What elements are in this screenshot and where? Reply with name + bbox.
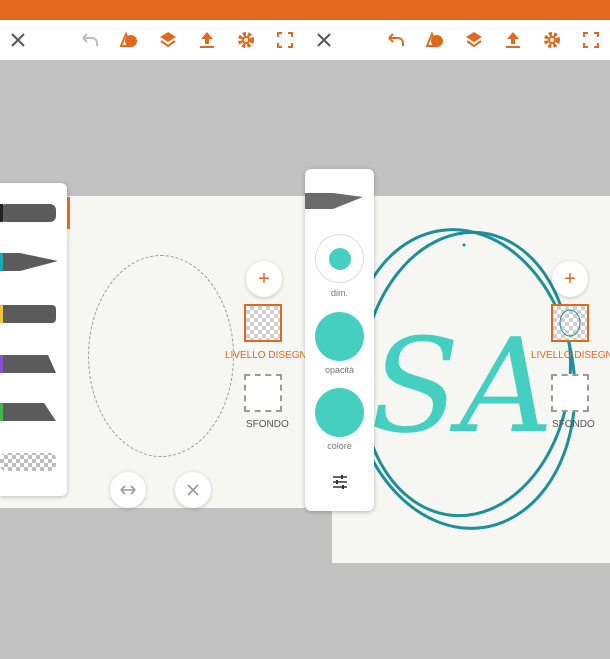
add-layer-glyph: +	[258, 268, 270, 290]
drawing-layer-thumb[interactable]	[244, 304, 282, 342]
sliders-icon[interactable]	[331, 473, 349, 491]
close-icon[interactable]	[312, 28, 336, 52]
undo-icon[interactable]	[384, 28, 408, 52]
opacity-control[interactable]	[315, 312, 364, 361]
share-icon[interactable]	[195, 28, 219, 52]
active-tool-indicator	[67, 197, 70, 229]
toolbar-left	[0, 20, 305, 60]
add-layer-button[interactable]: +	[552, 261, 588, 297]
tool-dark-gray-pen[interactable]	[0, 202, 60, 224]
size-control[interactable]	[315, 234, 364, 283]
selection-oval	[88, 255, 234, 457]
background-layer-thumb[interactable]	[244, 374, 282, 412]
sa-letters: SA	[371, 310, 554, 462]
size-label: dim.	[330, 288, 348, 298]
share-icon[interactable]	[501, 28, 525, 52]
add-layer-button[interactable]: +	[246, 261, 282, 297]
drawing-layer-label[interactable]: LIVELLO DISEGNO	[531, 350, 610, 361]
close-icon	[187, 484, 199, 496]
background-layer-label[interactable]: SFONDO	[552, 419, 595, 430]
tool-purple-brush[interactable]	[0, 353, 60, 375]
settings-icon[interactable]	[234, 28, 258, 52]
layers-icon[interactable]	[462, 28, 486, 52]
color-label: colore	[327, 441, 352, 451]
tool-teal-marker[interactable]	[0, 251, 60, 273]
brush-preview	[305, 193, 363, 209]
fullscreen-icon[interactable]	[579, 28, 603, 52]
fullscreen-icon[interactable]	[273, 28, 297, 52]
size-indicator	[329, 248, 351, 270]
horizontal-arrows-icon	[120, 485, 136, 495]
shapes-icon[interactable]	[117, 28, 141, 52]
toolbar-right	[305, 20, 610, 60]
tool-green-brush[interactable]	[0, 401, 60, 423]
opacity-label: opacità	[324, 365, 355, 375]
drawing-layer-label[interactable]: LIVELLO DISEGNO	[225, 350, 314, 361]
undo-icon[interactable]	[78, 28, 102, 52]
tool-eraser[interactable]	[0, 451, 60, 473]
shapes-icon[interactable]	[423, 28, 447, 52]
close-icon[interactable]	[6, 28, 30, 52]
color-control[interactable]	[315, 388, 364, 437]
cancel-selection-button[interactable]	[175, 472, 211, 508]
add-layer-glyph: +	[564, 268, 576, 290]
flip-button[interactable]	[110, 472, 146, 508]
brush-settings-panel: dim. opacità colore	[305, 169, 374, 511]
background-layer-label[interactable]: SFONDO	[246, 419, 289, 430]
layers-icon[interactable]	[156, 28, 180, 52]
status-strip	[0, 0, 610, 20]
tool-yellow-brush[interactable]	[0, 303, 60, 325]
drawing-layer-preview	[559, 309, 581, 337]
tools-panel	[0, 183, 70, 496]
drawing-layer-thumb[interactable]	[551, 304, 589, 342]
settings-icon[interactable]	[540, 28, 564, 52]
background-layer-thumb[interactable]	[551, 374, 589, 412]
